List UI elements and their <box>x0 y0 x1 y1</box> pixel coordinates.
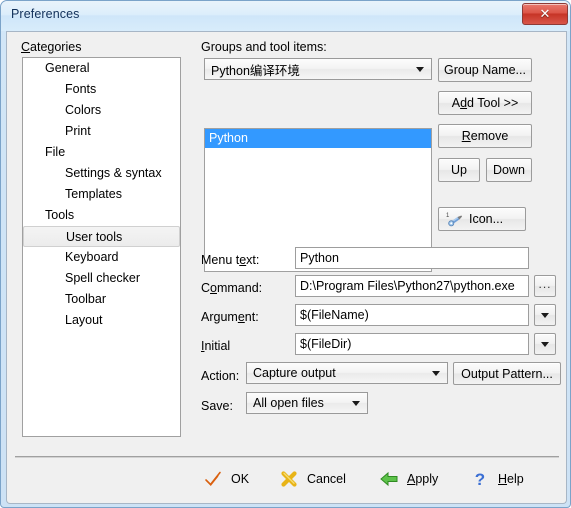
group-combobox[interactable]: Python编译环境 <box>204 58 432 80</box>
argument-dropdown-button[interactable] <box>534 304 556 326</box>
argument-label: Argument: <box>201 310 259 324</box>
up-button[interactable]: Up <box>438 158 480 182</box>
categories-label: Categories <box>21 40 82 54</box>
sidebar-item-label: Settings & syntax <box>65 166 162 180</box>
sidebar-item-print[interactable]: Print <box>23 121 180 142</box>
save-combobox[interactable]: All open files <box>246 392 368 414</box>
sidebar-item-label: File <box>45 145 66 159</box>
add-tool-button-label: Add Tool >> <box>451 96 519 110</box>
icon-button-label: Icon... <box>469 212 504 226</box>
command-value: D:\Program Files\Python27\python.exe <box>300 279 515 293</box>
categories-tree[interactable]: General Fonts Colors Print File Settings & sy… <box>22 57 181 437</box>
icon-button[interactable]: 1 Icon... <box>438 207 526 231</box>
sidebar-item-toolbar[interactable]: Toolbar <box>23 289 180 310</box>
group-name-button-label: Group Name... <box>444 63 526 77</box>
question-mark-icon: ? <box>470 469 490 489</box>
svg-text:?: ? <box>475 470 485 489</box>
sidebar-item-keyboard[interactable]: Keyboard <box>23 247 180 268</box>
ok-button[interactable]: OK <box>203 466 249 492</box>
help-button[interactable]: ? Help <box>470 466 524 492</box>
sidebar-item-label: General <box>45 61 90 75</box>
sidebar-item-tools[interactable]: Tools <box>23 205 180 226</box>
sidebar-item-label: Layout <box>65 313 103 327</box>
output-pattern-button[interactable]: Output Pattern... <box>453 362 561 385</box>
output-pattern-button-label: Output Pattern... <box>461 366 553 381</box>
checkmark-icon <box>203 469 223 489</box>
cancel-button-label: Cancel <box>307 472 346 486</box>
dialog-footer: OK Cancel Apply ? Help <box>6 456 567 504</box>
save-label: Save: <box>201 399 233 413</box>
chevron-down-icon <box>541 342 549 347</box>
chevron-down-icon <box>432 371 440 376</box>
left-arrow-icon <box>379 469 399 489</box>
sidebar-item-label: Spell checker <box>65 271 141 285</box>
sidebar-item-label: Templates <box>65 187 122 201</box>
list-item[interactable]: Python <box>205 129 431 148</box>
preferences-dialog: Preferences ✕ Categories General Fonts Col… <box>0 0 571 508</box>
sidebar-item-label: Tools <box>45 208 75 222</box>
apply-button[interactable]: Apply <box>379 466 438 492</box>
chevron-down-icon <box>416 67 424 72</box>
action-combobox-value: Capture output <box>253 366 336 380</box>
sidebar-item-colors[interactable]: Colors <box>23 100 180 121</box>
window-title: Preferences <box>11 7 80 21</box>
close-icon: ✕ <box>539 6 551 21</box>
footer-divider <box>15 456 559 458</box>
sidebar-item-label: User tools <box>66 230 123 244</box>
sidebar-item-user-tools[interactable]: User tools <box>23 226 180 247</box>
command-label: Command: <box>201 281 263 295</box>
sidebar-item-templates[interactable]: Templates <box>23 184 180 205</box>
argument-input[interactable]: $(FileName) <box>295 304 529 326</box>
groups-label: Groups and tool items: <box>201 40 327 54</box>
group-combobox-value: Python编译环境 <box>211 63 300 78</box>
menu-text-value: Python <box>300 251 339 265</box>
title-bar: Preferences ✕ <box>1 1 570 31</box>
sidebar-item-settings-syntax[interactable]: Settings & syntax <box>23 163 180 184</box>
list-item-label: Python <box>209 131 248 145</box>
down-button[interactable]: Down <box>486 158 532 182</box>
sidebar-item-spell-checker[interactable]: Spell checker <box>23 268 180 289</box>
dialog-body: Categories General Fonts Colors Print File Se… <box>6 31 567 474</box>
sidebar-item-layout[interactable]: Layout <box>23 310 180 331</box>
group-name-button[interactable]: Group Name... <box>438 58 532 82</box>
sidebar-item-label: Keyboard <box>65 250 119 264</box>
svg-text:1: 1 <box>446 213 450 219</box>
remove-button-label: Remove <box>461 129 509 143</box>
sidebar-item-file[interactable]: File <box>23 142 180 163</box>
ellipsis-icon: ... <box>538 277 552 291</box>
initial-dropdown-button[interactable] <box>534 333 556 355</box>
argument-value: $(FileName) <box>300 308 369 322</box>
remove-button[interactable]: Remove <box>438 124 532 148</box>
add-tool-button[interactable]: Add Tool >> <box>438 91 532 115</box>
sidebar-item-label: Fonts <box>65 82 97 96</box>
apply-button-label: Apply <box>407 472 439 486</box>
help-button-label: Help <box>498 472 524 486</box>
close-button[interactable]: ✕ <box>522 3 568 25</box>
chevron-down-icon <box>541 313 549 318</box>
menu-text-input[interactable]: Python <box>295 247 529 269</box>
initial-input[interactable]: $(FileDir) <box>295 333 529 355</box>
sidebar-item-fonts[interactable]: Fonts <box>23 79 180 100</box>
action-combobox[interactable]: Capture output <box>246 362 448 384</box>
x-icon <box>279 469 299 489</box>
command-input[interactable]: D:\Program Files\Python27\python.exe <box>295 275 529 297</box>
sidebar-item-label: Colors <box>65 103 102 117</box>
down-button-label: Down <box>493 163 525 177</box>
sidebar-item-general[interactable]: General <box>23 58 180 79</box>
initial-value: $(FileDir) <box>300 337 352 351</box>
command-browse-button[interactable]: ... <box>534 275 556 297</box>
sidebar-item-label: Print <box>65 124 91 138</box>
menu-text-label: Menu text: <box>201 253 260 267</box>
cancel-button[interactable]: Cancel <box>279 466 346 492</box>
wrench-icon: 1 <box>446 211 464 227</box>
ok-button-label: OK <box>231 472 250 486</box>
save-combobox-value: All open files <box>253 396 324 410</box>
chevron-down-icon <box>352 401 360 406</box>
initial-label: Initial <box>201 339 231 353</box>
sidebar-item-label: Toolbar <box>65 292 106 306</box>
action-label: Action: <box>201 369 240 383</box>
up-button-label: Up <box>451 163 467 177</box>
